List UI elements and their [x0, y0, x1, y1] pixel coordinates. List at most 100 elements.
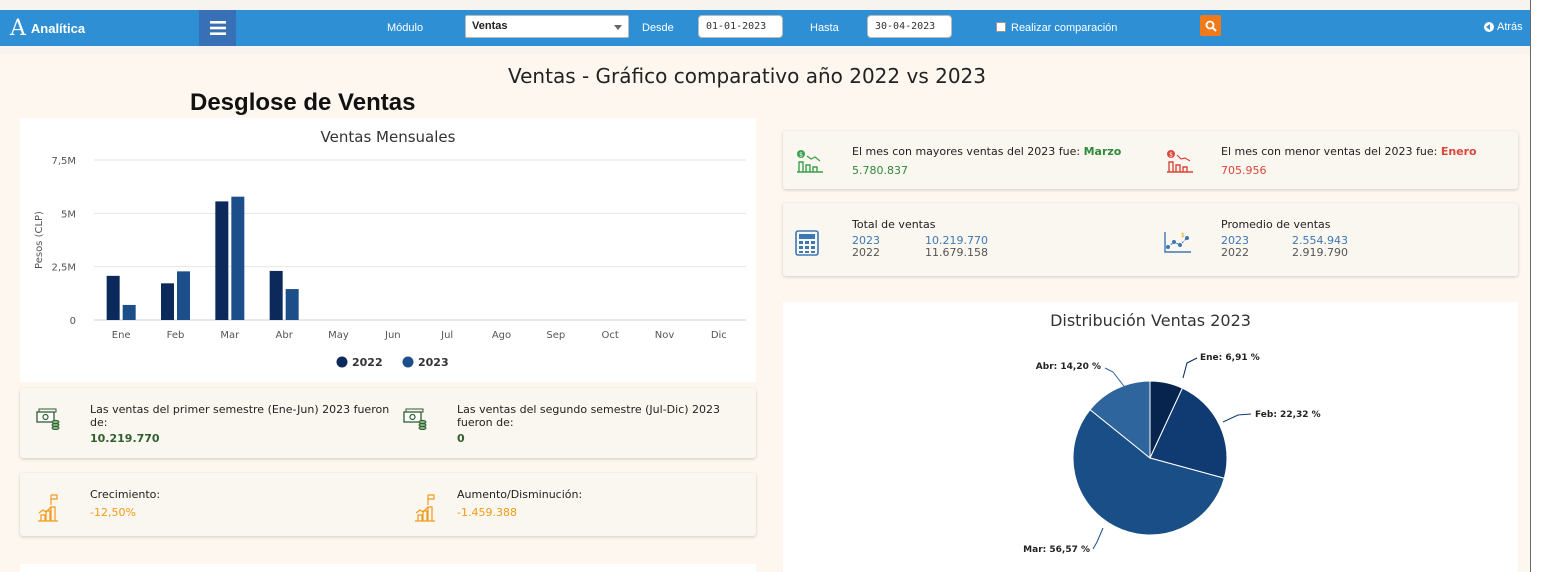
- back-link[interactable]: Atrás: [1484, 21, 1523, 33]
- menu-button[interactable]: [199, 10, 236, 46]
- growth-card: Crecimiento: -12,50% Aumento/Disminución…: [20, 473, 756, 536]
- money-stack-icon: [403, 408, 427, 430]
- chevron-down-icon: [614, 25, 622, 30]
- search-button[interactable]: [1200, 15, 1221, 36]
- x-tick-label: Sep: [546, 330, 565, 341]
- pie-label-Ene: Ene: 6,91 %: [1200, 353, 1260, 363]
- max-label: El mes con mayores ventas del 2023 fue:: [852, 145, 1081, 158]
- comparar-label[interactable]: Realizar comparación: [1011, 22, 1117, 34]
- pie-chart-title: Distribución Ventas 2023: [1050, 311, 1251, 330]
- bar-2023-Mar: [231, 196, 245, 320]
- legend-label-2023: 2023: [418, 356, 449, 369]
- x-tick-label: Ago: [492, 330, 511, 341]
- bar-2023-Ene: [122, 304, 136, 320]
- modulo-label: Módulo: [387, 22, 424, 34]
- y-tick-label: 7,5M: [51, 156, 76, 167]
- pie-label-Feb: Feb: 22,32 %: [1255, 410, 1321, 420]
- pie-chart-panel: Distribución Ventas 2023 Ene: 6,91 % Feb:…: [783, 302, 1518, 572]
- svg-text:$: $: [1169, 152, 1173, 159]
- y-tick-label: 2,5M: [51, 263, 76, 274]
- x-tick-label: Jun: [384, 330, 401, 341]
- bar-2023-Feb: [177, 271, 190, 320]
- page-title: Ventas - Gráfico comparativo año 2022 vs…: [508, 64, 986, 88]
- hamburger-icon: [209, 21, 226, 35]
- svg-text:$: $: [1181, 232, 1185, 239]
- avg-2022-year: 2022: [1221, 246, 1249, 259]
- x-tick-label: May: [328, 330, 349, 341]
- total-2022-year: 2022: [852, 246, 880, 259]
- bar-2022-Ene: [106, 275, 120, 320]
- max-month: Marzo: [1083, 145, 1122, 158]
- comparar-checkbox[interactable]: [996, 22, 1006, 32]
- desde-label: Desde: [642, 22, 674, 34]
- section-title: Desglose de Ventas: [190, 89, 416, 116]
- scatter-chart-icon: $: [1164, 232, 1191, 253]
- y-tick-label: 0: [70, 316, 76, 327]
- x-tick-label: Abr: [276, 330, 294, 341]
- x-tick-label: Feb: [167, 330, 185, 341]
- app-name: Analítica: [30, 20, 86, 36]
- total-label: Total de ventas: [852, 218, 936, 231]
- change-label: Aumento/Disminución:: [457, 488, 583, 501]
- back-label: Atrás: [1497, 21, 1523, 33]
- next-panel-edge: [20, 564, 756, 572]
- bar-2022-Mar: [215, 201, 229, 320]
- growth-label: Crecimiento:: [90, 488, 161, 501]
- search-icon: [1205, 20, 1217, 32]
- y-tick-label: 5M: [61, 209, 76, 220]
- semester-card: Las ventas del primer semestre (Ene-Jun)…: [20, 388, 756, 458]
- max-month-text: El mes con mayores ventas del 2023 fue: …: [852, 145, 1121, 158]
- total-avg-card: Total de ventas 2023 10.219.770 2022 11.…: [783, 203, 1518, 276]
- semester-2-label: Las ventas del segundo semestre (Jul-Dic…: [457, 403, 721, 429]
- legend-label-2022: 2022: [352, 356, 383, 369]
- money-stack-icon: [36, 408, 60, 430]
- modulo-select[interactable]: Ventas: [465, 15, 629, 38]
- growth-flag-icon: [415, 494, 435, 522]
- total-2022-value: 11.679.158: [925, 246, 988, 259]
- pie-label-Mar: Mar: 56,57 %: [1023, 545, 1090, 555]
- avg-2022-value: 2.919.790: [1292, 246, 1348, 259]
- max-min-card: $ El mes con mayores ventas del 2023 fue…: [783, 131, 1518, 189]
- bar-2023-Abr: [285, 289, 299, 320]
- min-value: 705.956: [1221, 164, 1267, 177]
- semester-1-value: 10.219.770: [90, 432, 160, 445]
- min-label: El mes con menor ventas del 2023 fue:: [1221, 145, 1438, 158]
- bar-chart-title: Ventas Mensuales: [321, 128, 456, 146]
- pie-label-Abr: Abr: 14,20 %: [1036, 362, 1101, 372]
- bar-2022-Abr: [269, 270, 283, 320]
- pie-connector-Ene: [1182, 357, 1198, 379]
- logo: A: [10, 15, 26, 41]
- max-value: 5.780.837: [852, 164, 908, 177]
- min-month: Enero: [1440, 145, 1477, 158]
- x-tick-label: Mar: [220, 330, 240, 341]
- modulo-value: Ventas: [472, 20, 508, 32]
- legend-marker-2022: [336, 356, 348, 368]
- semester-2-value: 0: [457, 432, 465, 445]
- x-tick-label: Ene: [112, 330, 131, 341]
- avg-label: Promedio de ventas: [1221, 218, 1331, 231]
- legend-marker-2023: [402, 356, 414, 368]
- hasta-input[interactable]: 30-04-2023: [867, 15, 952, 38]
- arrow-left-circle-icon: [1484, 22, 1494, 32]
- x-tick-label: Oct: [602, 330, 619, 341]
- bar-chart: Ventas Mensuales 0 2,5M 5M 7,5M Pesos (CLP) En…: [34, 128, 746, 369]
- window-edge: [1530, 0, 1543, 572]
- svg-text:$: $: [799, 152, 803, 159]
- x-tick-label: Nov: [655, 330, 675, 341]
- x-tick-label: Dic: [711, 330, 727, 341]
- pie-connector-Feb: [1222, 413, 1252, 423]
- x-tick-label: Jul: [440, 330, 453, 341]
- brand[interactable]: A Analítica: [10, 11, 85, 45]
- chart-up-money-icon: $: [797, 150, 823, 173]
- desde-input[interactable]: 01-01-2023: [698, 15, 783, 38]
- bar-chart-panel: Ventas Mensuales 0 2,5M 5M 7,5M Pesos (CLP) En…: [20, 118, 756, 382]
- pie-connector-Mar: [1092, 527, 1104, 550]
- growth-flag-icon: [38, 494, 58, 522]
- pie-chart: Ene: 6,91 % Feb: 22,32 % Mar: 56,57 % Abr: …: [1023, 353, 1321, 555]
- change-value: -1.459.388: [457, 506, 517, 519]
- growth-value: -12,50%: [90, 506, 136, 519]
- semester-1-label: Las ventas del primer semestre (Ene-Jun)…: [90, 403, 390, 429]
- y-axis-label: Pesos (CLP): [34, 211, 45, 269]
- hasta-label: Hasta: [810, 22, 839, 34]
- top-bar: A Analítica Módulo Ventas Desde 01-01-20…: [0, 0, 1530, 54]
